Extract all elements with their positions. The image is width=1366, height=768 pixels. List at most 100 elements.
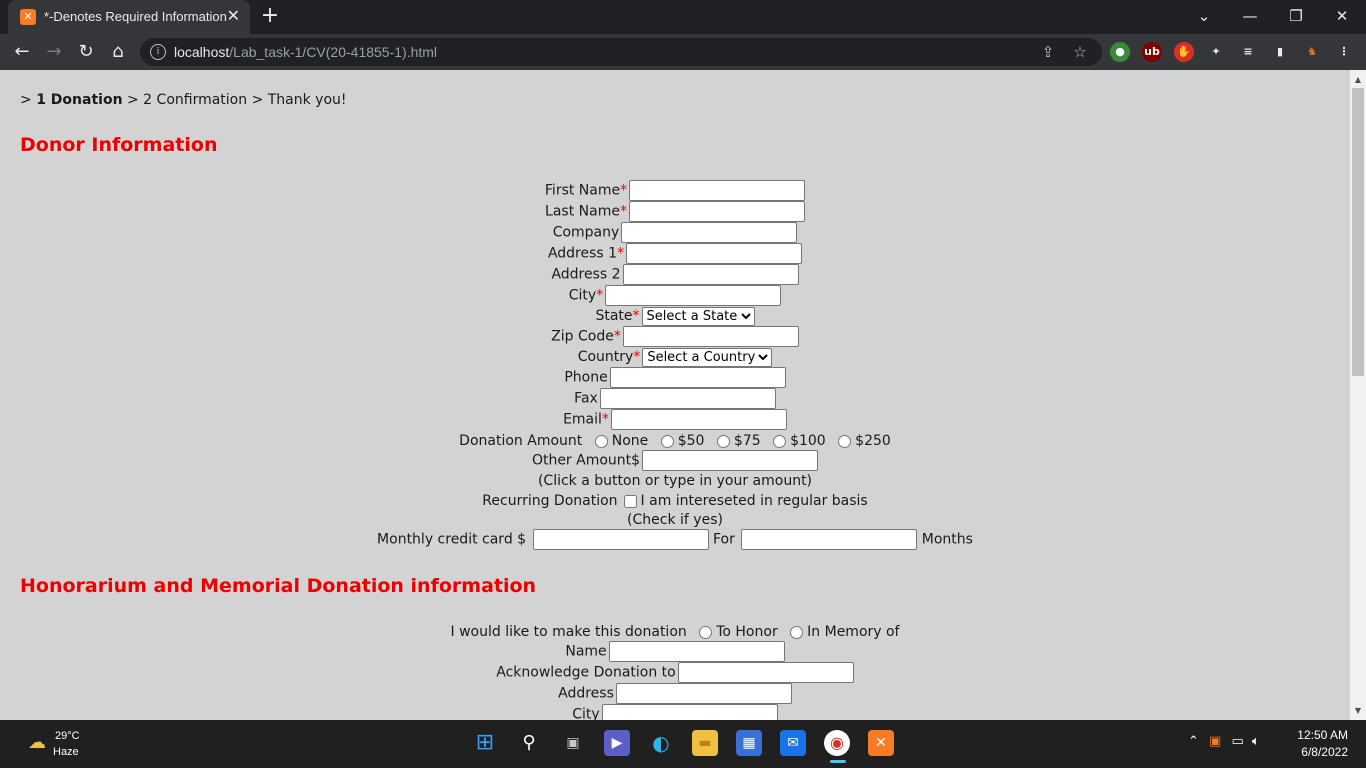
- email-row: Email*: [0, 409, 1350, 430]
- new-tab-button[interactable]: +: [258, 4, 282, 28]
- tab-close-icon[interactable]: ✕: [227, 6, 240, 25]
- extensions-puzzle-icon[interactable]: ✦: [1206, 42, 1226, 62]
- site-info-icon[interactable]: i: [150, 44, 166, 60]
- monthly-credit-row: Monthly credit card $ For Months: [0, 529, 1350, 550]
- recurring-donation-row: Recurring Donation I am intereseted in re…: [482, 493, 868, 509]
- honor-city-row: City: [0, 704, 1350, 720]
- donation-100-radio[interactable]: [773, 434, 787, 448]
- donation-none-radio[interactable]: [594, 434, 608, 448]
- mail-icon[interactable]: ✉: [780, 730, 806, 756]
- microsoft-store-icon[interactable]: ▦: [736, 730, 762, 756]
- state-select[interactable]: Select a State: [641, 306, 755, 326]
- weather-condition: Haze: [53, 746, 79, 758]
- first-name-row: First Name*: [0, 180, 1350, 201]
- scroll-up-arrow-icon[interactable]: ▲: [1350, 72, 1366, 88]
- first-name-field[interactable]: [629, 180, 806, 201]
- company-row: Company: [0, 222, 1350, 243]
- search-icon[interactable]: ⚲: [516, 730, 542, 756]
- donation-hint: (Click a button or type in your amount): [537, 473, 813, 489]
- bookmark-star-icon[interactable]: ☆: [1070, 42, 1090, 62]
- windows-taskbar: ☁ 29°C Haze ⊞ ⚲ ▣ ▶ ◐ ▬ ▦ ✉ ◉ ✕ ⌃ ▣ ▭ 🔈︎…: [0, 720, 1366, 768]
- other-amount-field[interactable]: [642, 450, 819, 471]
- email-field[interactable]: [610, 409, 787, 430]
- edge-browser-icon[interactable]: ◐: [648, 730, 674, 756]
- forward-arrow-icon[interactable]: →: [42, 40, 66, 64]
- donation-250-radio[interactable]: [838, 434, 852, 448]
- zip-row: Zip Code*: [0, 326, 1350, 347]
- country-row: Country* Select a Country: [0, 347, 1350, 368]
- donor-information-heading: Donor Information: [20, 134, 218, 156]
- xampp-favicon-icon: ✕: [20, 9, 36, 25]
- address1-field[interactable]: [626, 243, 803, 264]
- fax-row: Fax: [0, 388, 1350, 409]
- honor-address-field[interactable]: [615, 683, 792, 704]
- restore-button[interactable]: ❐: [1276, 4, 1316, 28]
- company-field[interactable]: [621, 222, 798, 243]
- city-field[interactable]: [605, 285, 782, 306]
- active-app-indicator: [830, 760, 846, 763]
- donation-50-radio[interactable]: [660, 434, 674, 448]
- honor-address-row: Address: [0, 683, 1350, 704]
- clock-date: 6/8/2022: [1301, 745, 1348, 759]
- reload-icon[interactable]: ↻: [74, 40, 98, 64]
- country-select[interactable]: Select a Country: [642, 347, 773, 367]
- honor-city-field[interactable]: [601, 704, 778, 720]
- weather-temperature: 29°C: [55, 730, 80, 742]
- teams-chat-icon[interactable]: ▶: [604, 730, 630, 756]
- tab-search-icon[interactable]: ⌄: [1184, 4, 1224, 28]
- network-icon[interactable]: ▭: [1231, 734, 1243, 749]
- donation-amount-row: Donation Amount None $50 $75 $100 $250: [459, 433, 891, 449]
- clock-time: 12:50 AM: [1297, 728, 1348, 742]
- honor-name-field[interactable]: [608, 641, 785, 662]
- xampp-tray-icon[interactable]: ▣: [1209, 734, 1221, 749]
- adblock-hand-icon[interactable]: ✋: [1174, 42, 1194, 62]
- recurring-donation-checkbox[interactable]: [623, 494, 637, 508]
- chrome-icon[interactable]: ◉: [824, 730, 850, 756]
- system-clock[interactable]: 12:50 AM 6/8/2022: [1290, 728, 1348, 759]
- share-icon[interactable]: ⇪: [1038, 42, 1058, 62]
- in-memory-radio[interactable]: [790, 625, 804, 639]
- last-name-row: Last Name*: [0, 201, 1350, 222]
- scroll-down-arrow-icon[interactable]: ▼: [1350, 703, 1366, 719]
- file-explorer-icon[interactable]: ▬: [692, 730, 718, 756]
- show-hidden-icons-chevron-icon[interactable]: ⌃: [1188, 734, 1199, 749]
- tab-title: *-Denotes Required Information: [44, 9, 227, 24]
- address2-field[interactable]: [622, 264, 799, 285]
- task-view-icon[interactable]: ▣: [560, 730, 586, 756]
- volume-icon[interactable]: 🔈︎: [1252, 734, 1260, 749]
- minimize-button[interactable]: —: [1230, 4, 1270, 28]
- breadcrumb: > 1 Donation > 2 Confirmation > Thank yo…: [20, 92, 347, 108]
- page-viewport: > 1 Donation > 2 Confirmation > Thank yo…: [0, 70, 1350, 720]
- browser-toolbar: ← → ↻ ⌂ i localhost/Lab_task-1/CV(20-418…: [0, 34, 1366, 70]
- recurring-hint: (Check if yes): [627, 512, 723, 528]
- side-panel-icon[interactable]: ▮: [1270, 42, 1290, 62]
- address1-row: Address 1*: [0, 243, 1350, 264]
- phone-field[interactable]: [609, 367, 786, 388]
- windows-start-icon[interactable]: ⊞: [472, 730, 498, 756]
- address-bar[interactable]: i localhost/Lab_task-1/CV(20-41855-1).ht…: [140, 38, 1102, 66]
- fax-field[interactable]: [599, 388, 776, 409]
- acknowledge-field[interactable]: [677, 662, 854, 683]
- extension-globe-icon[interactable]: ●: [1110, 42, 1130, 62]
- url-text: localhost/Lab_task-1/CV(20-41855-1).html: [174, 44, 438, 60]
- address2-row: Address 2: [0, 264, 1350, 285]
- months-count-field[interactable]: [741, 529, 918, 550]
- ublock-icon[interactable]: ub: [1142, 42, 1162, 62]
- scrollbar-thumb[interactable]: [1352, 88, 1364, 376]
- profile-avatar[interactable]: ♞: [1302, 42, 1322, 62]
- browser-tab[interactable]: ✕ *-Denotes Required Information ✕: [8, 0, 250, 34]
- back-arrow-icon[interactable]: ←: [10, 40, 34, 64]
- city-row: City*: [0, 285, 1350, 306]
- last-name-field[interactable]: [628, 201, 805, 222]
- weather-haze-icon: ☁: [28, 732, 46, 752]
- reading-list-icon[interactable]: ≡: [1238, 42, 1258, 62]
- xampp-icon[interactable]: ✕: [868, 730, 894, 756]
- to-honor-radio[interactable]: [699, 625, 713, 639]
- donation-75-radio[interactable]: [716, 434, 730, 448]
- close-window-button[interactable]: ✕: [1322, 4, 1362, 28]
- monthly-amount-field[interactable]: [532, 529, 709, 550]
- system-tray: ⌃ ▣ ▭ 🔈︎: [1188, 734, 1260, 749]
- home-icon[interactable]: ⌂: [106, 40, 130, 64]
- menu-kebab-icon[interactable]: ⋮: [1334, 42, 1354, 62]
- zip-code-field[interactable]: [622, 326, 799, 347]
